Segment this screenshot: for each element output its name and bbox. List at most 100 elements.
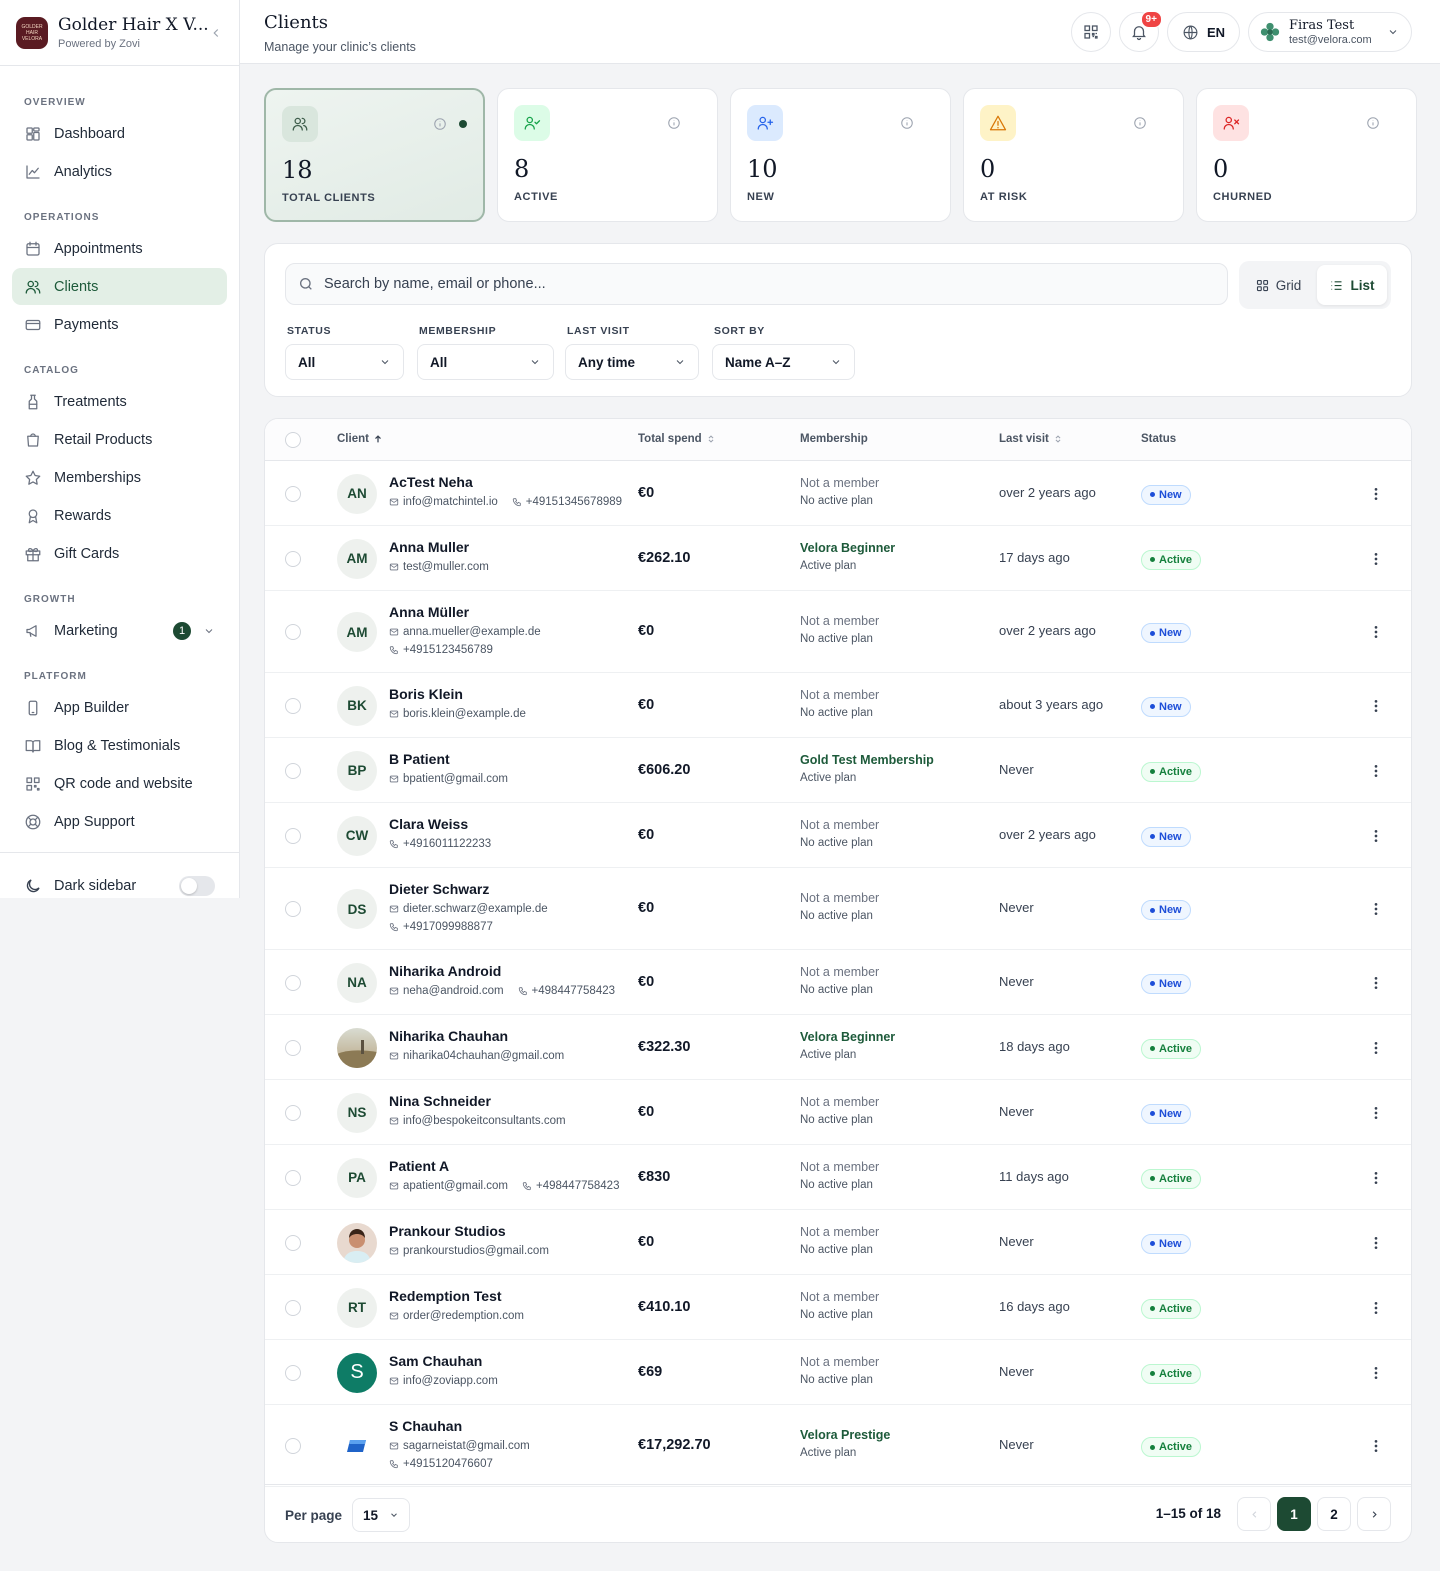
client-name[interactable]: Niharika Chauhan xyxy=(389,1028,508,1044)
select-all-checkbox[interactable] xyxy=(285,432,301,448)
previous-page-button[interactable] xyxy=(1237,1497,1271,1531)
view-list-button[interactable]: List xyxy=(1317,265,1387,305)
table-row[interactable]: S Sam Chauhan info@zoviapp.com €69 Not a mem… xyxy=(265,1340,1411,1405)
search-input[interactable] xyxy=(324,276,1215,292)
row-checkbox[interactable] xyxy=(285,1039,301,1056)
client-name[interactable]: Sam Chauhan xyxy=(389,1353,482,1369)
sidebar-item-payments[interactable]: Payments xyxy=(12,306,227,343)
brand-logo[interactable]: GOLDER HAIR VELORA xyxy=(16,16,48,49)
client-name[interactable]: Nina Schneider xyxy=(389,1093,491,1109)
next-page-button[interactable] xyxy=(1357,1497,1391,1531)
sidebar-item-rewards[interactable]: Rewards xyxy=(12,497,227,534)
sidebar-item-dashboard[interactable]: Dashboard xyxy=(12,115,227,152)
client-name[interactable]: Anna Muller xyxy=(389,539,469,555)
more-vertical-icon[interactable] xyxy=(1368,1235,1384,1251)
more-vertical-icon[interactable] xyxy=(1368,1040,1384,1056)
client-name[interactable]: Patient A xyxy=(389,1158,449,1174)
membership-select[interactable]: All xyxy=(417,344,554,380)
info-icon[interactable] xyxy=(900,116,914,130)
info-icon[interactable] xyxy=(1366,116,1380,130)
chevron-left-icon[interactable] xyxy=(209,26,223,40)
client-name[interactable]: Dieter Schwarz xyxy=(389,881,489,897)
more-vertical-icon[interactable] xyxy=(1368,1170,1384,1186)
sidebar-item-gift-cards[interactable]: Gift Cards xyxy=(12,535,227,572)
client-name[interactable]: Redemption Test xyxy=(389,1288,502,1304)
sort-by-select[interactable]: Name A–Z xyxy=(712,344,855,380)
client-name[interactable]: Anna Müller xyxy=(389,604,469,620)
more-vertical-icon[interactable] xyxy=(1368,624,1384,640)
more-vertical-icon[interactable] xyxy=(1368,486,1384,502)
last-visit-select[interactable]: Any time xyxy=(565,344,699,380)
stat-card-active[interactable]: 8 ACTIVE xyxy=(497,88,718,222)
sidebar-item-app-builder[interactable]: App Builder xyxy=(12,689,227,726)
client-name[interactable]: S Chauhan xyxy=(389,1418,462,1434)
column-client[interactable]: Client xyxy=(337,433,383,445)
table-row[interactable]: AN AcTest Neha info@matchintel.io +49151345… xyxy=(265,461,1411,526)
row-checkbox[interactable] xyxy=(285,1438,301,1454)
row-checkbox[interactable] xyxy=(285,550,301,567)
table-row[interactable]: AM Anna Müller anna.mueller@example.de +491… xyxy=(265,591,1411,673)
table-row[interactable]: Niharika Chauhan niharika04chauhan@gmail.… xyxy=(265,1015,1411,1080)
row-checkbox[interactable] xyxy=(285,974,301,991)
table-row[interactable]: RT Redemption Test order@redemption.com €41… xyxy=(265,1275,1411,1340)
row-checkbox[interactable] xyxy=(285,1234,301,1251)
sidebar-item-analytics[interactable]: Analytics xyxy=(12,153,227,190)
table-row[interactable]: AM Anna Muller test@muller.com €262.10 Velor… xyxy=(265,526,1411,591)
stat-card-new[interactable]: 10 NEW xyxy=(730,88,951,222)
stat-card-at-risk[interactable]: 0 AT RISK xyxy=(963,88,1184,222)
info-icon[interactable] xyxy=(667,116,681,130)
info-icon[interactable] xyxy=(1133,116,1147,130)
client-name[interactable]: Boris Klein xyxy=(389,686,463,702)
client-name[interactable]: AcTest Neha xyxy=(389,474,473,490)
table-row[interactable]: PA Patient A apatient@gmail.com +4984477584… xyxy=(265,1145,1411,1210)
sidebar-item-treatments[interactable]: Treatments xyxy=(12,383,227,420)
column-total-spend[interactable]: Total spend xyxy=(638,433,716,445)
client-name[interactable]: B Patient xyxy=(389,751,450,767)
page-button-1[interactable]: 1 xyxy=(1277,1497,1311,1531)
dark-sidebar-toggle[interactable] xyxy=(179,875,215,896)
client-name[interactable]: Niharika Android xyxy=(389,963,501,979)
sidebar-item-blog-testimonials[interactable]: Blog & Testimonials xyxy=(12,727,227,764)
row-checkbox[interactable] xyxy=(285,901,301,917)
sidebar-item-app-support[interactable]: App Support xyxy=(12,803,227,840)
more-vertical-icon[interactable] xyxy=(1368,1300,1384,1316)
more-vertical-icon[interactable] xyxy=(1368,763,1384,779)
sidebar-item-retail-products[interactable]: Retail Products xyxy=(12,421,227,458)
row-checkbox[interactable] xyxy=(285,1169,301,1186)
more-vertical-icon[interactable] xyxy=(1368,551,1384,567)
table-row[interactable]: DS Dieter Schwarz dieter.schwarz@example.d… xyxy=(265,868,1411,950)
sidebar-item-clients[interactable]: Clients xyxy=(12,268,227,305)
per-page-select[interactable]: 15 xyxy=(352,1498,411,1532)
table-row[interactable]: Prankour Studios prankourstudios@gmail.co… xyxy=(265,1210,1411,1275)
row-checkbox[interactable] xyxy=(285,1299,301,1316)
page-button-2[interactable]: 2 xyxy=(1317,1497,1351,1531)
row-checkbox[interactable] xyxy=(285,697,301,714)
more-vertical-icon[interactable] xyxy=(1368,901,1384,917)
language-selector[interactable]: EN xyxy=(1166,12,1240,52)
more-vertical-icon[interactable] xyxy=(1368,828,1384,844)
row-checkbox[interactable] xyxy=(285,1364,301,1381)
table-row[interactable]: BP B Patient bpatient@gmail.com €606.20 Gold… xyxy=(265,738,1411,803)
table-row[interactable]: S Chauhan sagarneistat@gmail.com +49151204… xyxy=(265,1405,1411,1487)
qr-button[interactable] xyxy=(1070,12,1111,52)
stat-card-total-clients[interactable]: 18 TOTAL CLIENTS xyxy=(264,88,485,222)
view-grid-button[interactable]: Grid xyxy=(1243,265,1313,305)
column-last-visit[interactable]: Last visit xyxy=(999,433,1063,445)
sidebar-item-appointments[interactable]: Appointments xyxy=(12,230,227,267)
more-vertical-icon[interactable] xyxy=(1368,1438,1384,1454)
chevron-down-icon[interactable] xyxy=(203,625,215,637)
more-vertical-icon[interactable] xyxy=(1368,1105,1384,1121)
table-row[interactable]: BK Boris Klein boris.klein@example.de €0 Not… xyxy=(265,673,1411,738)
table-row[interactable]: CW Clara Weiss +4916011122233 €0 Not a membe… xyxy=(265,803,1411,868)
more-vertical-icon[interactable] xyxy=(1368,1365,1384,1381)
client-name[interactable]: Prankour Studios xyxy=(389,1223,506,1239)
row-checkbox[interactable] xyxy=(285,485,301,502)
table-row[interactable]: NA Niharika Android neha@android.com +49844… xyxy=(265,950,1411,1015)
row-checkbox[interactable] xyxy=(285,762,301,779)
table-row[interactable]: NS Nina Schneider info@bespokeitconsultant… xyxy=(265,1080,1411,1145)
status-select[interactable]: All xyxy=(285,344,404,380)
info-icon[interactable] xyxy=(433,117,447,131)
sidebar-item-qr-code-and-website[interactable]: QR code and website xyxy=(12,765,227,802)
sidebar-item-memberships[interactable]: Memberships xyxy=(12,459,227,496)
client-name[interactable]: Clara Weiss xyxy=(389,816,468,832)
